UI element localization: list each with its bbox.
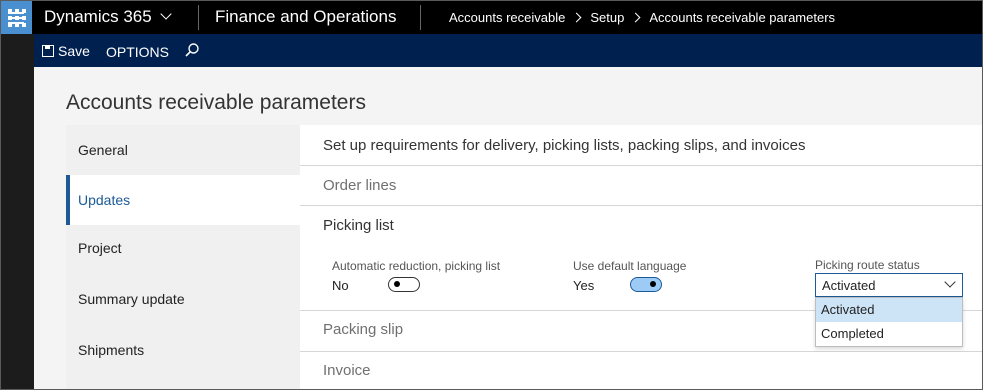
default-language-label: Use default language xyxy=(573,259,687,273)
auto-reduction-value: No xyxy=(332,278,349,293)
section-order-lines[interactable]: Order lines xyxy=(323,177,396,194)
options-button[interactable]: OPTIONS xyxy=(106,44,169,60)
divider xyxy=(300,351,982,352)
hamburger-icon[interactable] xyxy=(8,12,24,24)
breadcrumb-item-parameters[interactable]: Accounts receivable parameters xyxy=(649,10,835,25)
navigation-pane-collapsed xyxy=(1,12,34,389)
divider xyxy=(198,5,199,30)
route-status-label: Picking route status xyxy=(815,258,920,272)
chevron-right-icon xyxy=(630,12,641,23)
tab-general[interactable]: General xyxy=(66,125,300,175)
tab-summary-update[interactable]: Summary update xyxy=(66,274,300,324)
section-picking-list[interactable]: Picking list xyxy=(323,217,394,234)
section-invoice[interactable]: Invoice xyxy=(323,362,371,379)
route-status-dropdown: Activated Completed xyxy=(815,297,963,347)
search-icon[interactable] xyxy=(184,42,200,58)
divider xyxy=(300,205,982,206)
chevron-down-icon xyxy=(160,8,172,20)
save-label: Save xyxy=(58,43,90,59)
action-pane: Save OPTIONS xyxy=(1,34,982,67)
route-status-select[interactable]: Activated xyxy=(815,273,963,297)
top-navigation-bar: Dynamics 365 Finance and Operations Acco… xyxy=(1,1,982,34)
divider xyxy=(300,165,982,166)
breadcrumb-item-accounts-receivable[interactable]: Accounts receivable xyxy=(449,10,565,25)
auto-reduction-toggle[interactable] xyxy=(388,277,420,292)
tab-updates[interactable]: Updates xyxy=(66,175,300,225)
default-language-value: Yes xyxy=(573,278,595,293)
default-language-toggle[interactable] xyxy=(630,277,662,292)
auto-reduction-label: Automatic reduction, picking list xyxy=(332,259,501,273)
module-title: Finance and Operations xyxy=(215,7,397,26)
caret-down-icon xyxy=(944,276,956,288)
product-switcher[interactable]: Dynamics 365 xyxy=(44,7,172,27)
section-packing-slip[interactable]: Packing slip xyxy=(323,321,403,338)
divider xyxy=(420,5,421,30)
breadcrumb: Accounts receivable Setup Accounts receiva… xyxy=(449,10,835,25)
parameters-tab-list: General Updates Project Summary update S… xyxy=(66,125,300,389)
breadcrumb-item-setup[interactable]: Setup xyxy=(590,10,624,25)
page-title: Accounts receivable parameters xyxy=(66,91,366,114)
updates-panel: Set up requirements for delivery, pickin… xyxy=(300,125,982,389)
chevron-right-icon xyxy=(571,12,582,23)
route-status-value: Activated xyxy=(822,278,876,293)
tab-project[interactable]: Project xyxy=(66,223,300,273)
option-completed[interactable]: Completed xyxy=(816,322,962,346)
save-button[interactable]: Save xyxy=(42,43,90,59)
panel-header: Set up requirements for delivery, pickin… xyxy=(323,137,806,154)
save-icon xyxy=(42,45,54,57)
option-activated[interactable]: Activated xyxy=(816,298,962,322)
tab-shipments[interactable]: Shipments xyxy=(66,325,300,375)
brand-label: Dynamics 365 xyxy=(44,7,152,26)
